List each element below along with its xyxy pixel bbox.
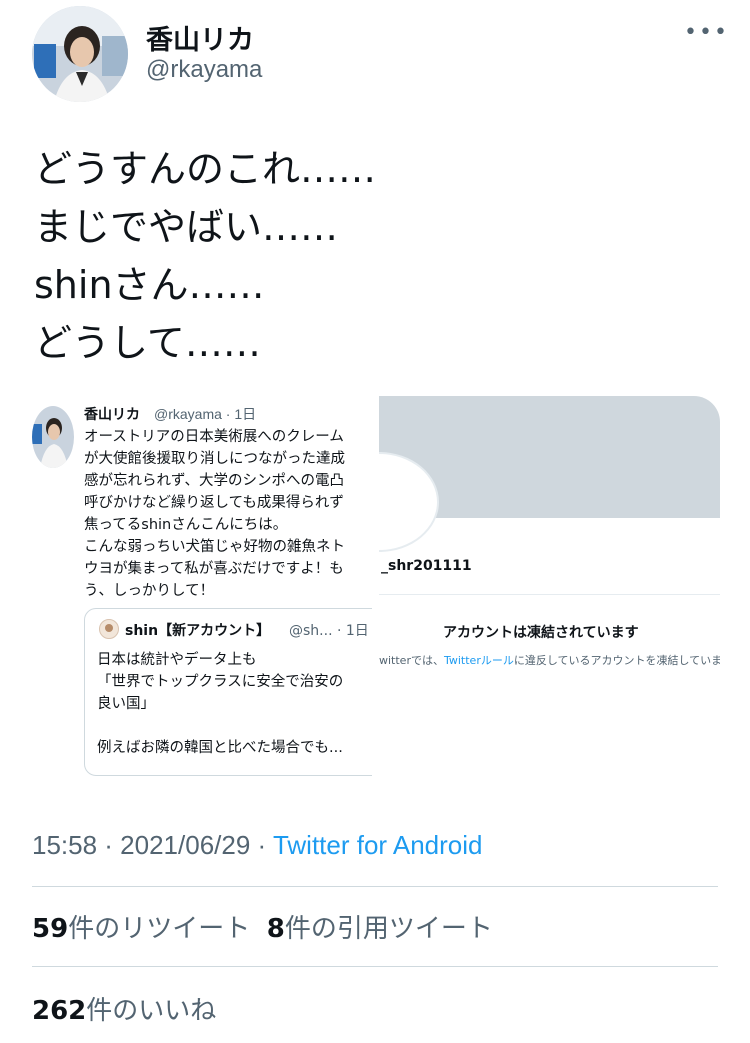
quote-author-handle: @sh... · 1日 (289, 623, 369, 639)
divider (32, 966, 718, 967)
embedded-avatar (32, 406, 74, 468)
quote-line: 良い国」 (97, 696, 155, 712)
suspended-description: witterでは、Twitterルールに違反しているアカウントを凍結していま (379, 654, 720, 667)
embedded-author-meta: @rkayama · 1日 (154, 406, 257, 422)
screenshot-tweet: 香山リカ @rkayama · 1日 オーストリアの日本美術展へのクレーム が大… (30, 392, 372, 784)
retweets-count: 59 (32, 914, 69, 944)
embedded-line: ウヨが集まって私が喜ぶだけですよ！も (84, 561, 344, 577)
embedded-line: こんな弱っちい犬笛じゃ好物の雑魚ネト (84, 539, 345, 555)
embedded-line: が大使館後援取り消しにつながった達成 (84, 451, 345, 467)
embedded-line: 焦ってるshinさんこんにちは。 (84, 517, 288, 533)
quote-line: 日本は統計やデータ上も (97, 652, 257, 668)
likes-stats: 262件のいいね (32, 990, 216, 1027)
quote-author-name: shin【新アカウント】 (125, 623, 271, 639)
suspended-title: アカウントは凍結されています (443, 625, 639, 641)
embedded-line: 呼びかけなど繰り返しても成果得られず (84, 495, 344, 511)
quote-line: 「世界でトップクラスに安全で治安の (97, 674, 344, 690)
retweets-stat[interactable]: 59件のリツイート (32, 914, 250, 944)
retweet-stats: 59件のリツイート 8件の引用ツイート (32, 908, 493, 945)
embedded-author-name: 香山リカ (84, 407, 140, 423)
quotes-label: 件の引用ツイート (284, 914, 493, 944)
quote-text: 日本は統計やデータ上も 「世界でトップクラスに安全で治安の 良い国」 例えばお隣… (97, 649, 372, 759)
tweet-line: どうして…… (34, 321, 261, 365)
quote-tweets-stat[interactable]: 8件の引用ツイート (267, 914, 493, 944)
author-avatar[interactable] (32, 6, 128, 102)
tweet-line: shinさん…… (34, 263, 265, 307)
screenshot-suspended-profile: _shr201111 アカウントは凍結されています witterでは、Twitt… (379, 396, 720, 784)
suspended-handle: _shr201111 (381, 558, 472, 574)
tweet-text: どうすんのこれ…… まじでやばい…… shinさん…… どうして…… (34, 140, 724, 372)
divider (32, 886, 718, 887)
divider (379, 594, 720, 595)
likes-count: 262 (32, 996, 87, 1026)
likes-label: 件のいいね (86, 996, 217, 1026)
likes-stat[interactable]: 262件のいいね (32, 996, 216, 1026)
tweet-line: どうすんのこれ…… (34, 147, 377, 191)
retweets-label: 件のリツイート (68, 914, 251, 944)
embedded-line: 感が忘れられず、大学のシンポへの電凸 (84, 473, 344, 489)
timestamp-text: 15:58 · 2021/06/29 · (32, 830, 273, 860)
embedded-tweet-text: オーストリアの日本美術展へのクレーム が大使館後援取り消しにつながった達成 感が… (84, 426, 372, 602)
quotes-count: 8 (266, 914, 285, 944)
rules-link: Twitterルール (443, 654, 514, 667)
quote-line: 例えばお隣の韓国と比べた場合でも... (97, 740, 343, 756)
more-horizontal-icon[interactable]: ••• (684, 20, 729, 45)
tweet-timestamp: 15:58 · 2021/06/29 · Twitter for Android (32, 830, 482, 861)
quote-avatar (99, 619, 119, 639)
author-display-name[interactable]: 香山リカ (146, 18, 254, 57)
embedded-quote-card: shin【新アカウント】 @sh... · 1日 日本は統計やデータ上も 「世界… (84, 608, 372, 776)
quote-line (97, 715, 372, 737)
embedded-line: オーストリアの日本美術展へのクレーム (84, 429, 344, 445)
source-link[interactable]: Twitter for Android (273, 830, 483, 860)
attached-image[interactable]: 香山リカ @rkayama · 1日 オーストリアの日本美術展へのクレーム が大… (30, 392, 720, 784)
tweet-line: まじでやばい…… (34, 205, 339, 249)
embedded-line: う、しっかりして！ (84, 583, 215, 599)
author-handle[interactable]: @rkayama (146, 56, 262, 84)
